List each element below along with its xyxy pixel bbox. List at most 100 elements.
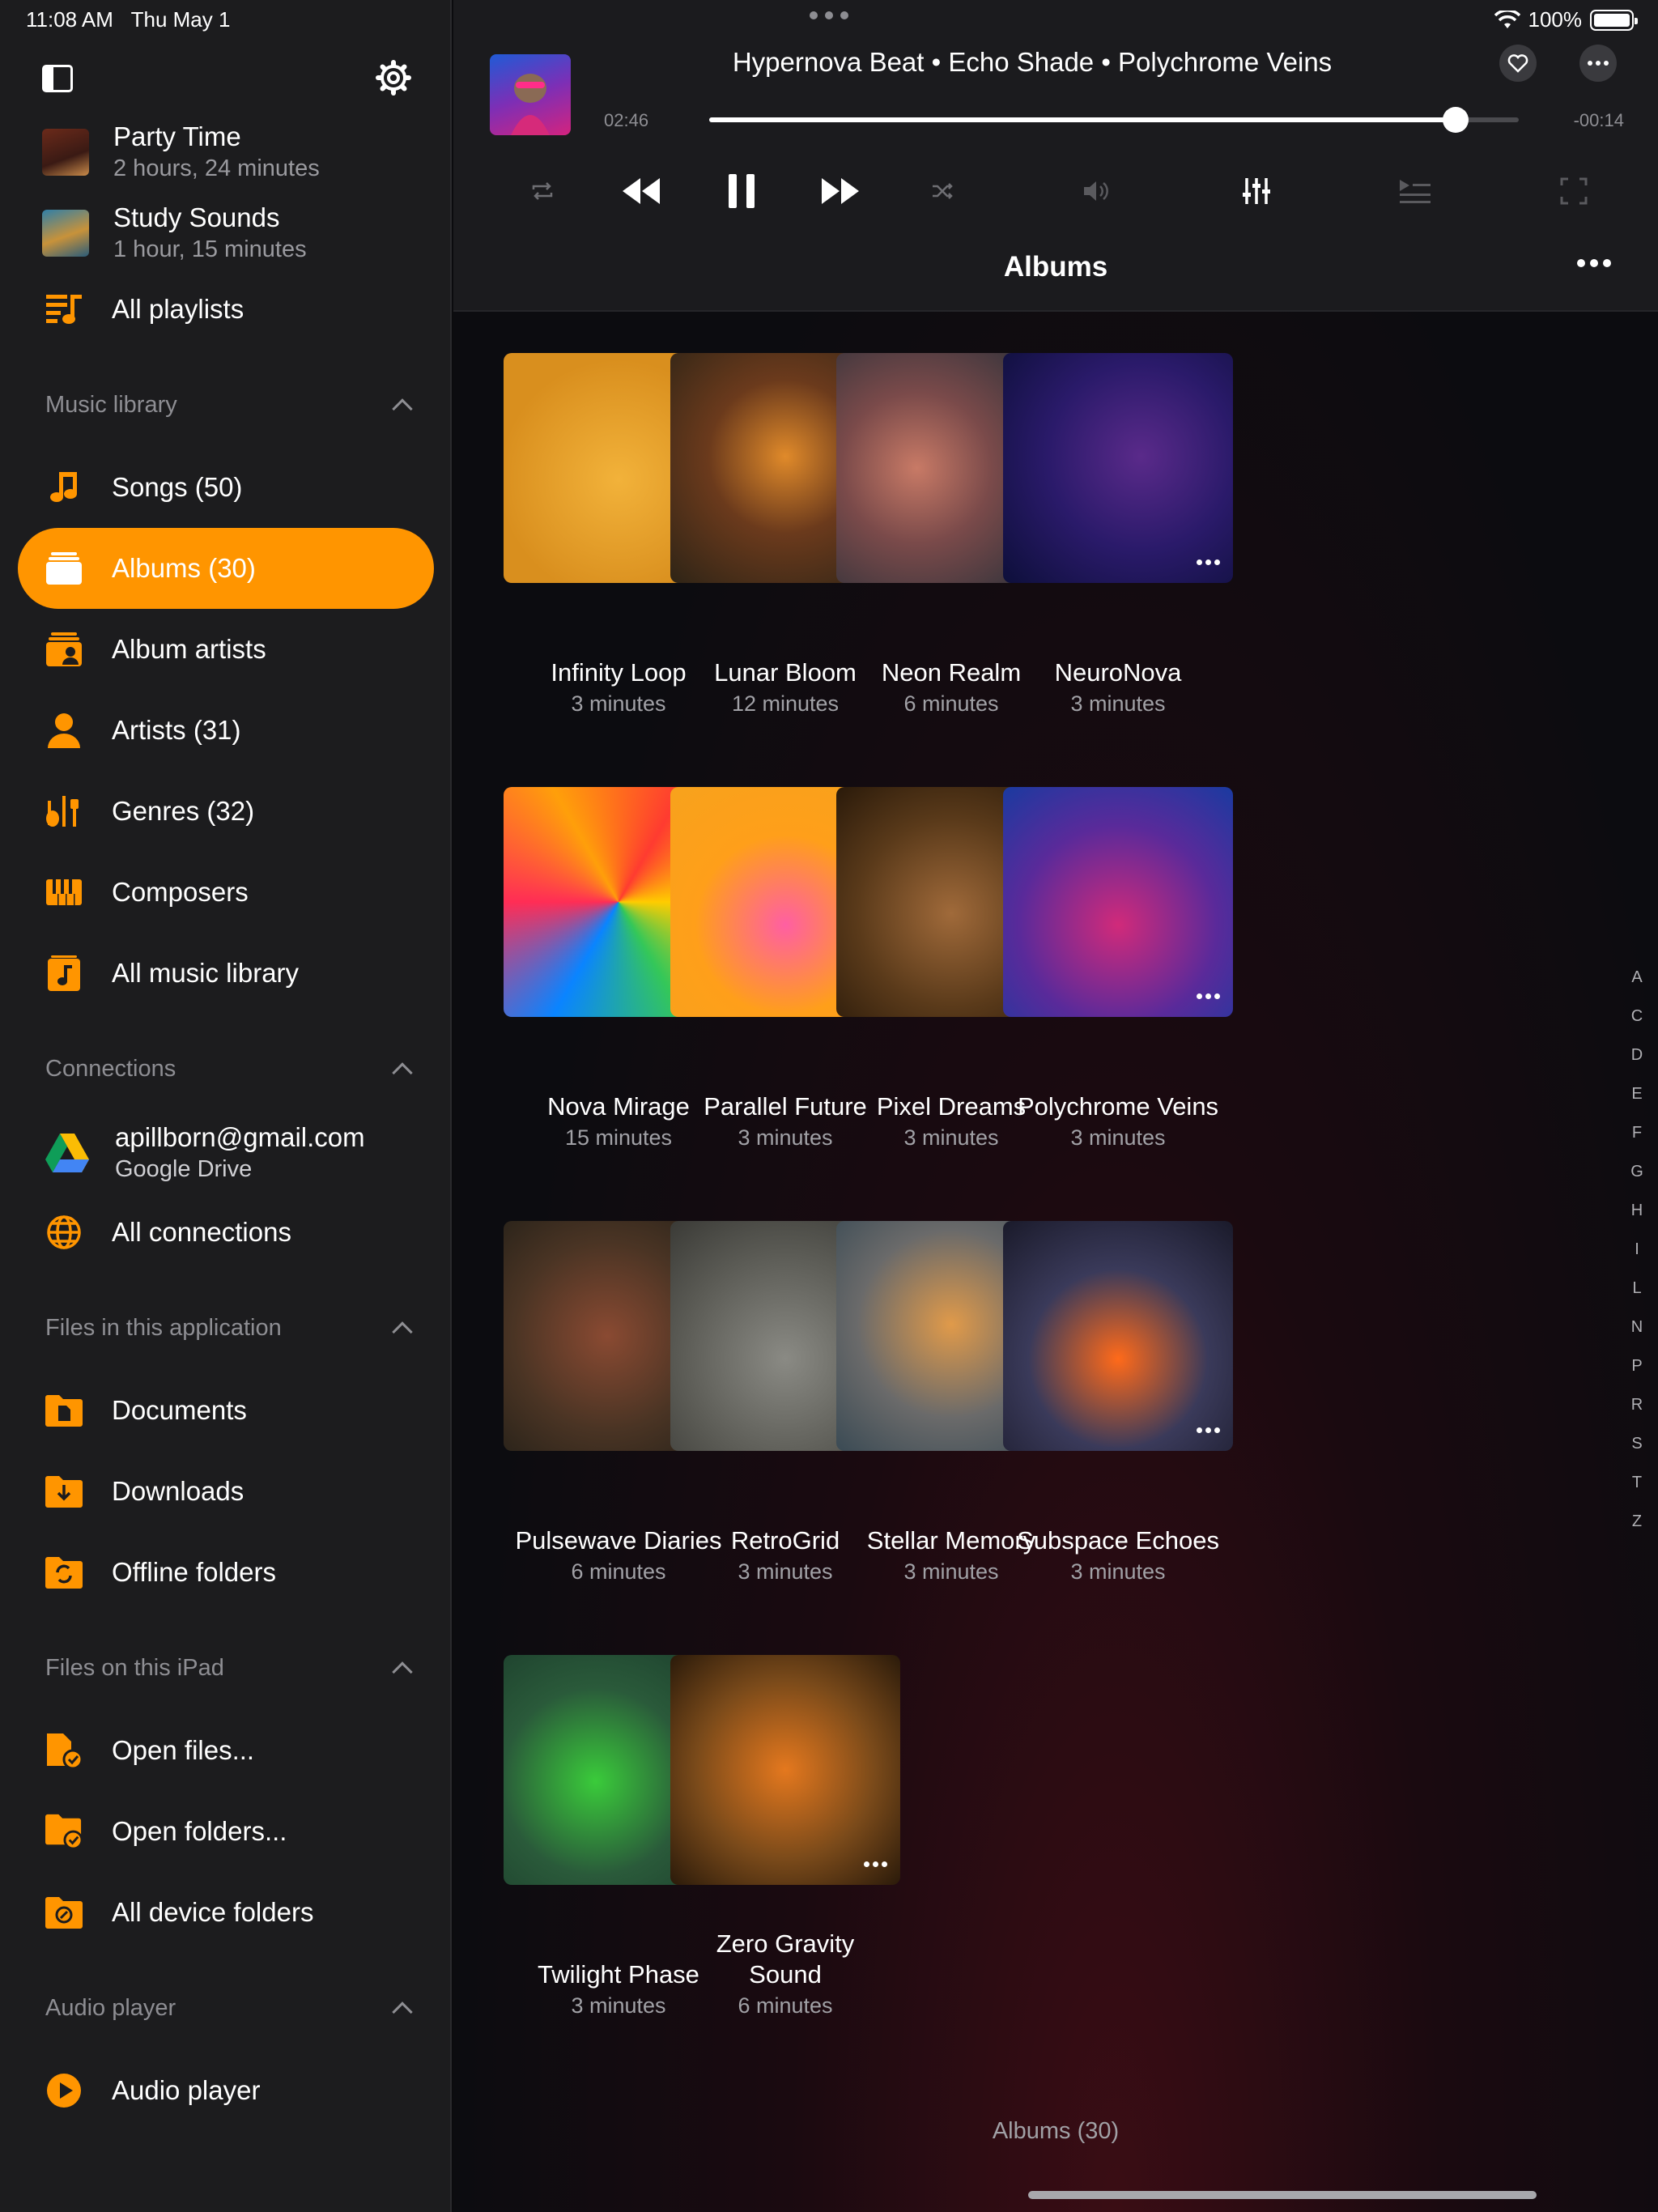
sidebar-item-label: Albums (30) [112,553,256,583]
sidebar-item-label: Genres (32) [112,796,255,826]
album-cover[interactable] [1003,353,1233,583]
equalizer-button[interactable] [1234,168,1279,214]
repeat-button[interactable] [520,168,565,214]
album-card[interactable]: Subspace Echoes 3 minutes [1003,1221,1233,1584]
sidebar-item-label: All music library [112,958,300,988]
sidebar-item-label: Album artists [112,634,266,664]
pause-button[interactable] [719,168,764,214]
album-more-button[interactable] [1197,559,1220,565]
sidebar-item-label: Audio player [112,2075,261,2105]
multitasking-dots[interactable] [810,11,848,19]
album-artist-icon [45,631,83,668]
index-letter[interactable]: P [1626,1352,1648,1391]
home-indicator[interactable] [1028,2191,1537,2199]
album-cover[interactable] [1003,787,1233,1017]
playlist-party-time[interactable]: Party Time 2 hours, 24 minutes [42,121,320,182]
sidebar-item-album-artists[interactable]: Album artists [18,609,434,690]
shuffle-button[interactable] [920,168,965,214]
index-letter[interactable]: F [1626,1119,1648,1158]
album-cover[interactable] [1003,1221,1233,1451]
index-letter[interactable]: D [1626,1041,1648,1080]
queue-button[interactable] [1392,168,1438,214]
playlist-duration: 2 hours, 24 minutes [113,155,320,181]
now-playing-more-button[interactable] [1579,45,1617,82]
rewind-icon [623,178,660,204]
sidebar-item-all-music-library[interactable]: All music library [18,933,434,1014]
sidebar-item-audio-player[interactable]: Audio player [18,2050,434,2131]
expand-icon [1560,177,1588,205]
status-bar: 11:08 AM Thu May 1 100% [0,0,1658,39]
sidebar-item-all-playlists[interactable]: All playlists [18,269,434,350]
connection-google-drive[interactable]: apillborn@gmail.com Google Drive [45,1122,365,1183]
sidebar-item-offline-folders[interactable]: Offline folders [18,1532,434,1613]
next-track-button[interactable] [818,168,863,214]
album-duration: 3 minutes [1070,1559,1166,1584]
progress-knob[interactable] [1443,107,1469,133]
album-more-button[interactable] [1197,1427,1220,1433]
album-title: Subspace Echoes [1017,1526,1219,1555]
index-letter[interactable]: A [1626,963,1648,1002]
sidebar-item-albums[interactable]: Albums (30) [18,528,434,609]
connection-email: apillborn@gmail.com [115,1122,365,1152]
play-queue-icon [1400,180,1431,203]
status-indicators: 100% [1494,7,1638,32]
album-more-button[interactable] [864,1861,887,1867]
index-letter[interactable]: I [1626,1236,1648,1274]
playlist-icon [45,291,83,328]
previous-track-button[interactable] [619,168,664,214]
battery-icon [1590,9,1638,31]
index-letter[interactable]: Z [1626,1508,1648,1546]
album-card[interactable]: Polychrome Veins 3 minutes [1003,787,1233,1150]
index-letter[interactable]: N [1626,1313,1648,1352]
sidebar-item-composers[interactable]: Composers [18,852,434,933]
sidebar-item-songs[interactable]: Songs (50) [18,447,434,528]
settings-gear-icon[interactable] [376,60,411,96]
playlist-title: Study Sounds [113,202,280,232]
index-letter[interactable]: H [1626,1197,1648,1236]
sidebar-item-label: Downloads [112,1476,244,1506]
index-letter[interactable]: L [1626,1274,1648,1313]
section-header-audio-player[interactable]: Audio player [45,1995,413,2023]
album-cover[interactable] [670,1655,900,1885]
sidebar-item-documents[interactable]: Documents [18,1370,434,1451]
section-header-music-library[interactable]: Music library [45,392,413,419]
now-playing-artwork[interactable] [490,54,571,135]
chevron-up-icon [392,1061,413,1083]
section-header-files-app[interactable]: Files in this application [45,1315,413,1342]
playlist-study-sounds[interactable]: Study Sounds 1 hour, 15 minutes [42,202,307,263]
album-more-button[interactable] [1197,993,1220,999]
progress-fill [709,117,1456,122]
sidebar-item-label: Open folders... [112,1816,287,1846]
album-card[interactable]: Zero Gravity Sound 6 minutes [670,1655,900,2018]
sidebar-item-open-files[interactable]: Open files... [18,1710,434,1791]
chevron-up-icon [392,1661,413,1682]
index-letter[interactable]: C [1626,1002,1648,1041]
sidebar-item-all-connections[interactable]: All connections [18,1192,434,1273]
index-letter[interactable]: E [1626,1080,1648,1119]
sidebar-item-label: All device folders [112,1897,314,1927]
album-duration: 3 minutes [1070,1125,1166,1150]
sidebar-item-open-folders[interactable]: Open folders... [18,1791,434,1872]
fullscreen-button[interactable] [1551,168,1596,214]
index-letter[interactable]: G [1626,1158,1648,1197]
volume-button[interactable] [1073,168,1119,214]
sidebar: Party Time 2 hours, 24 minutes Study Sou… [0,0,452,2212]
index-letter[interactable]: S [1626,1430,1648,1469]
sidebar-item-genres[interactable]: Genres (32) [18,771,434,852]
section-header-connections[interactable]: Connections [45,1056,413,1083]
favorite-heart-icon[interactable] [1499,45,1537,82]
playback-progress-slider[interactable] [709,107,1519,133]
playlist-duration: 1 hour, 15 minutes [113,236,307,262]
alphabet-index[interactable]: ACDEFGHILNPRSTZ [1626,963,1648,1546]
index-letter[interactable]: T [1626,1469,1648,1508]
album-card[interactable]: NeuroNova 3 minutes [1003,353,1233,716]
albums-more-button[interactable] [1577,259,1611,267]
album-title: NeuroNova [1054,658,1182,687]
sidebar-item-all-device-folders[interactable]: All device folders [18,1872,434,1953]
section-header-files-ipad[interactable]: Files on this iPad [45,1655,413,1682]
sidebar-item-label: All playlists [112,294,244,324]
index-letter[interactable]: R [1626,1391,1648,1430]
sidebar-item-downloads[interactable]: Downloads [18,1451,434,1532]
sidebar-toggle-icon[interactable] [42,65,73,92]
sidebar-item-artists[interactable]: Artists (31) [18,690,434,771]
